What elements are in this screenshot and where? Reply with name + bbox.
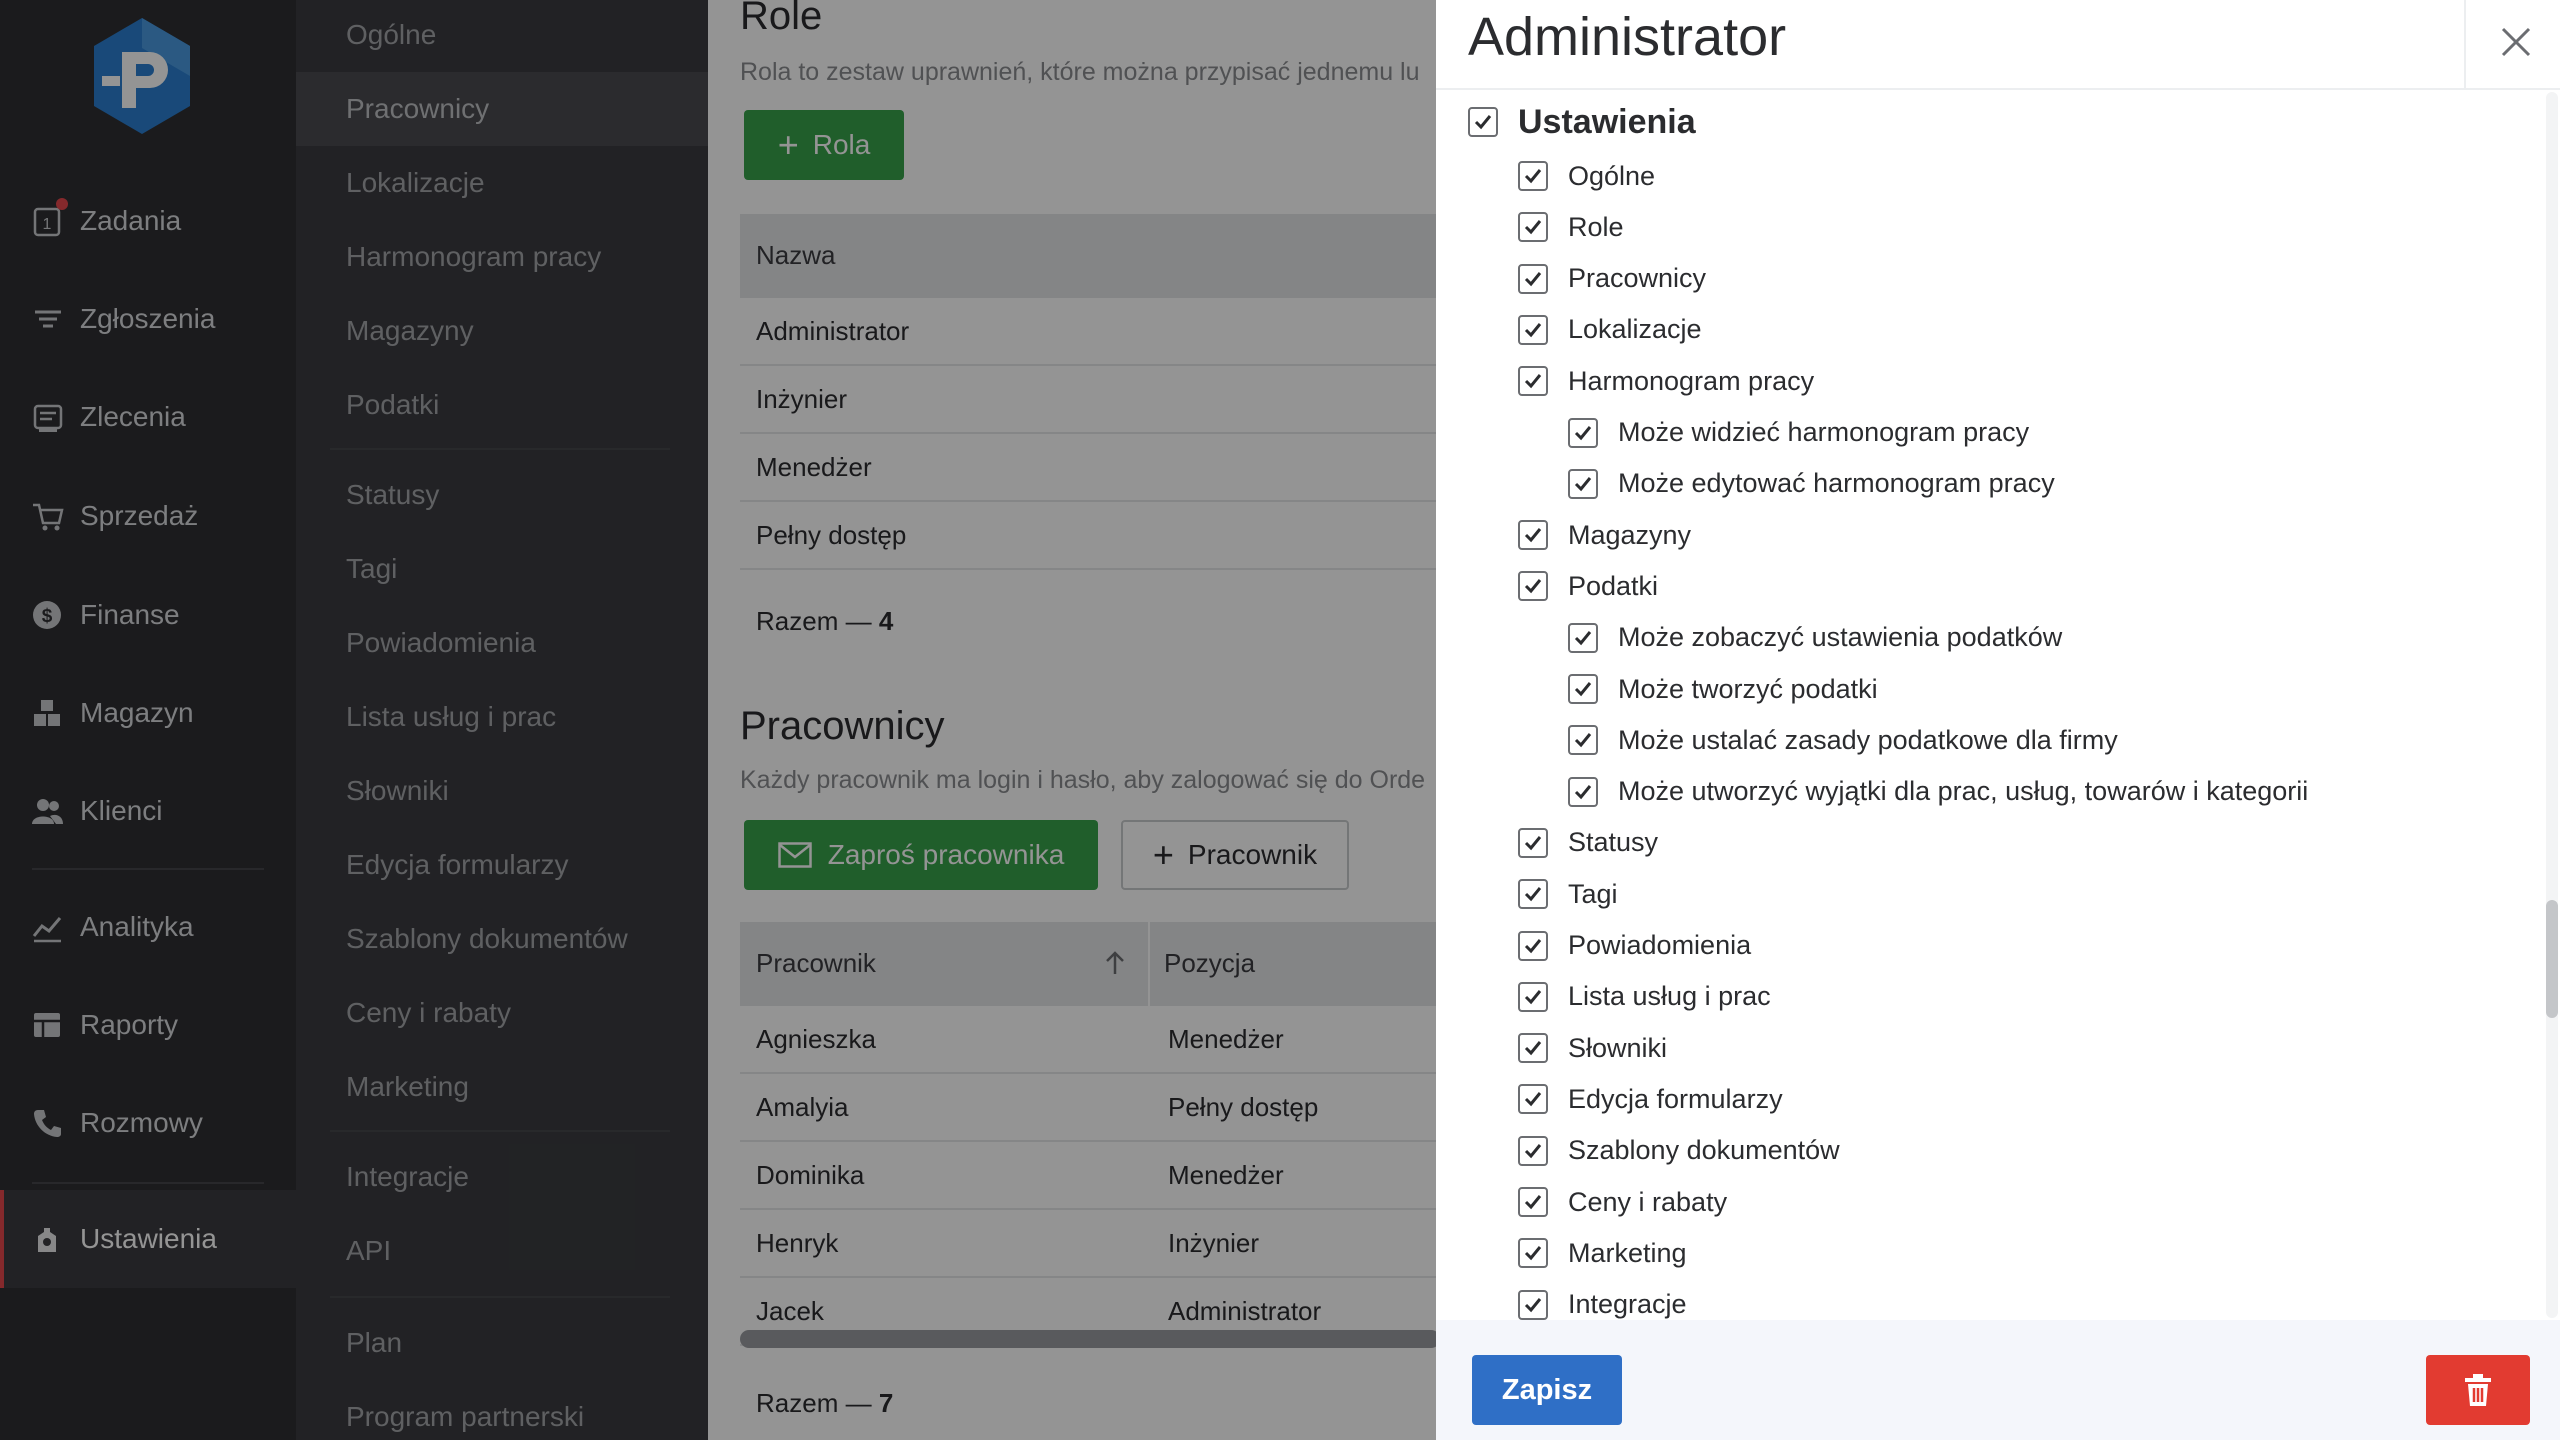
permission-label[interactable]: Słowniki bbox=[1568, 1033, 1667, 1064]
permission-label[interactable]: Może tworzyć podatki bbox=[1618, 674, 1878, 705]
permission-label[interactable]: Integracje bbox=[1568, 1289, 1687, 1320]
permission-moze-widziec-harmonogram-pracy: Może widzieć harmonogram pracy bbox=[1568, 411, 2029, 455]
drawer-scrollbar-track[interactable] bbox=[2546, 92, 2558, 1318]
permission-checkbox[interactable] bbox=[1518, 1135, 1548, 1166]
permission-moze-ustalac-zasady-podatkowe-dla-firmy: Może ustalać zasady podatkowe dla firmy bbox=[1568, 718, 2118, 762]
close-button[interactable] bbox=[2486, 12, 2546, 72]
drawer-footer: Zapisz bbox=[1436, 1320, 2560, 1440]
permission-label[interactable]: Pracownicy bbox=[1568, 263, 1706, 294]
permission-checkbox[interactable] bbox=[1518, 930, 1548, 961]
permission-checkbox[interactable] bbox=[1518, 520, 1548, 551]
permission-label[interactable]: Ogólne bbox=[1568, 161, 1655, 192]
permission-podatki: Podatki bbox=[1518, 564, 1658, 608]
save-button[interactable]: Zapisz bbox=[1472, 1355, 1622, 1425]
permission-checkbox[interactable] bbox=[1568, 776, 1598, 807]
permission-tagi: Tagi bbox=[1518, 872, 1618, 916]
permission-label[interactable]: Powiadomienia bbox=[1568, 930, 1751, 961]
permission-checkbox[interactable] bbox=[1518, 1033, 1548, 1064]
permission-checkbox[interactable] bbox=[1518, 981, 1548, 1012]
trash-icon bbox=[2465, 1374, 2491, 1406]
permission-checkbox[interactable] bbox=[1518, 571, 1548, 602]
permission-label[interactable]: Może zobaczyć ustawienia podatków bbox=[1618, 622, 2062, 653]
permission-edycja-formularzy: Edycja formularzy bbox=[1518, 1077, 1783, 1121]
permission-harmonogram-pracy: Harmonogram pracy bbox=[1518, 359, 1814, 403]
permission-checkbox[interactable] bbox=[1568, 725, 1598, 756]
permission-slowniki: Słowniki bbox=[1518, 1026, 1667, 1070]
permission-checkbox[interactable] bbox=[1568, 674, 1598, 704]
permission-ceny-i-rabaty: Ceny i rabaty bbox=[1518, 1180, 1727, 1224]
permission-checkbox[interactable] bbox=[1518, 212, 1548, 243]
permission-label[interactable]: Ustawienia bbox=[1518, 103, 1696, 142]
permission-marketing: Marketing bbox=[1518, 1231, 1687, 1275]
permission-label[interactable]: Tagi bbox=[1568, 879, 1618, 910]
permission-pracownicy: Pracownicy bbox=[1518, 257, 1706, 301]
header-divider bbox=[2464, 0, 2466, 88]
permission-moze-zobaczyc-ustawienia-podatkow: Może zobaczyć ustawienia podatków bbox=[1568, 616, 2062, 660]
drawer-title: Administrator bbox=[1468, 7, 1787, 67]
permission-checkbox[interactable] bbox=[1518, 263, 1548, 294]
permission-label[interactable]: Może ustalać zasady podatkowe dla firmy bbox=[1618, 725, 2118, 756]
permission-checkbox[interactable] bbox=[1518, 827, 1548, 858]
permission-statusy: Statusy bbox=[1518, 821, 1658, 865]
permission-label[interactable]: Szablony dokumentów bbox=[1568, 1135, 1840, 1166]
permission-magazyny: Magazyny bbox=[1518, 513, 1691, 557]
permission-label[interactable]: Harmonogram pracy bbox=[1568, 366, 1814, 397]
permission-lista-uslug-i-prac: Lista usług i prac bbox=[1518, 975, 1771, 1019]
role-edit-drawer: Administrator Ustawienia Ogólne Role Pracow… bbox=[1436, 0, 2560, 1440]
permission-checkbox[interactable] bbox=[1518, 314, 1548, 345]
permission-ustawienia: Ustawienia bbox=[1468, 100, 1696, 144]
permission-role: Role bbox=[1518, 205, 1624, 249]
permission-checkbox[interactable] bbox=[1518, 1084, 1548, 1115]
permission-checkbox[interactable] bbox=[1568, 417, 1598, 448]
permission-checkbox[interactable] bbox=[1468, 107, 1498, 137]
permission-label[interactable]: Edycja formularzy bbox=[1568, 1084, 1783, 1115]
permission-label[interactable]: Ceny i rabaty bbox=[1568, 1187, 1727, 1218]
permission-checkbox[interactable] bbox=[1568, 622, 1598, 653]
permission-ogolne: Ogólne bbox=[1518, 154, 1655, 198]
permission-label[interactable]: Magazyny bbox=[1568, 520, 1691, 551]
permission-label[interactable]: Lista usług i prac bbox=[1568, 981, 1771, 1012]
permission-powiadomienia: Powiadomienia bbox=[1518, 924, 1751, 968]
permission-lokalizacje: Lokalizacje bbox=[1518, 308, 1702, 352]
permission-checkbox[interactable] bbox=[1518, 1187, 1548, 1217]
permission-label[interactable]: Może widzieć harmonogram pracy bbox=[1618, 417, 2029, 448]
permission-checkbox[interactable] bbox=[1518, 1289, 1548, 1320]
close-icon bbox=[2501, 27, 2531, 57]
drawer-header-divider bbox=[1436, 88, 2560, 90]
modal-overlay[interactable] bbox=[0, 0, 1436, 1440]
permission-checkbox[interactable] bbox=[1518, 1238, 1548, 1269]
permission-label[interactable]: Może edytować harmonogram pracy bbox=[1618, 468, 2055, 499]
permission-checkbox[interactable] bbox=[1568, 468, 1598, 499]
drawer-scrollbar-thumb[interactable] bbox=[2546, 900, 2558, 1018]
permission-moze-utworzyc-wyjatki-dla-prac-uslug-towarow-i-kategorii: Może utworzyć wyjątki dla prac, usług, t… bbox=[1568, 770, 2308, 814]
permission-checkbox[interactable] bbox=[1518, 161, 1548, 191]
permission-label[interactable]: Podatki bbox=[1568, 571, 1658, 602]
delete-button[interactable] bbox=[2426, 1355, 2530, 1425]
permission-label[interactable]: Lokalizacje bbox=[1568, 314, 1702, 345]
permission-szablony-dokumentow: Szablony dokumentów bbox=[1518, 1129, 1840, 1173]
permission-checkbox[interactable] bbox=[1518, 366, 1548, 397]
permission-checkbox[interactable] bbox=[1518, 879, 1548, 910]
permission-label[interactable]: Marketing bbox=[1568, 1238, 1687, 1269]
permission-label[interactable]: Role bbox=[1568, 212, 1624, 243]
permission-label[interactable]: Może utworzyć wyjątki dla prac, usług, t… bbox=[1618, 776, 2308, 807]
permission-label[interactable]: Statusy bbox=[1568, 827, 1658, 858]
permission-moze-tworzyc-podatki: Może tworzyć podatki bbox=[1568, 667, 1878, 711]
permission-moze-edytowac-harmonogram-pracy: Może edytować harmonogram pracy bbox=[1568, 462, 2055, 506]
